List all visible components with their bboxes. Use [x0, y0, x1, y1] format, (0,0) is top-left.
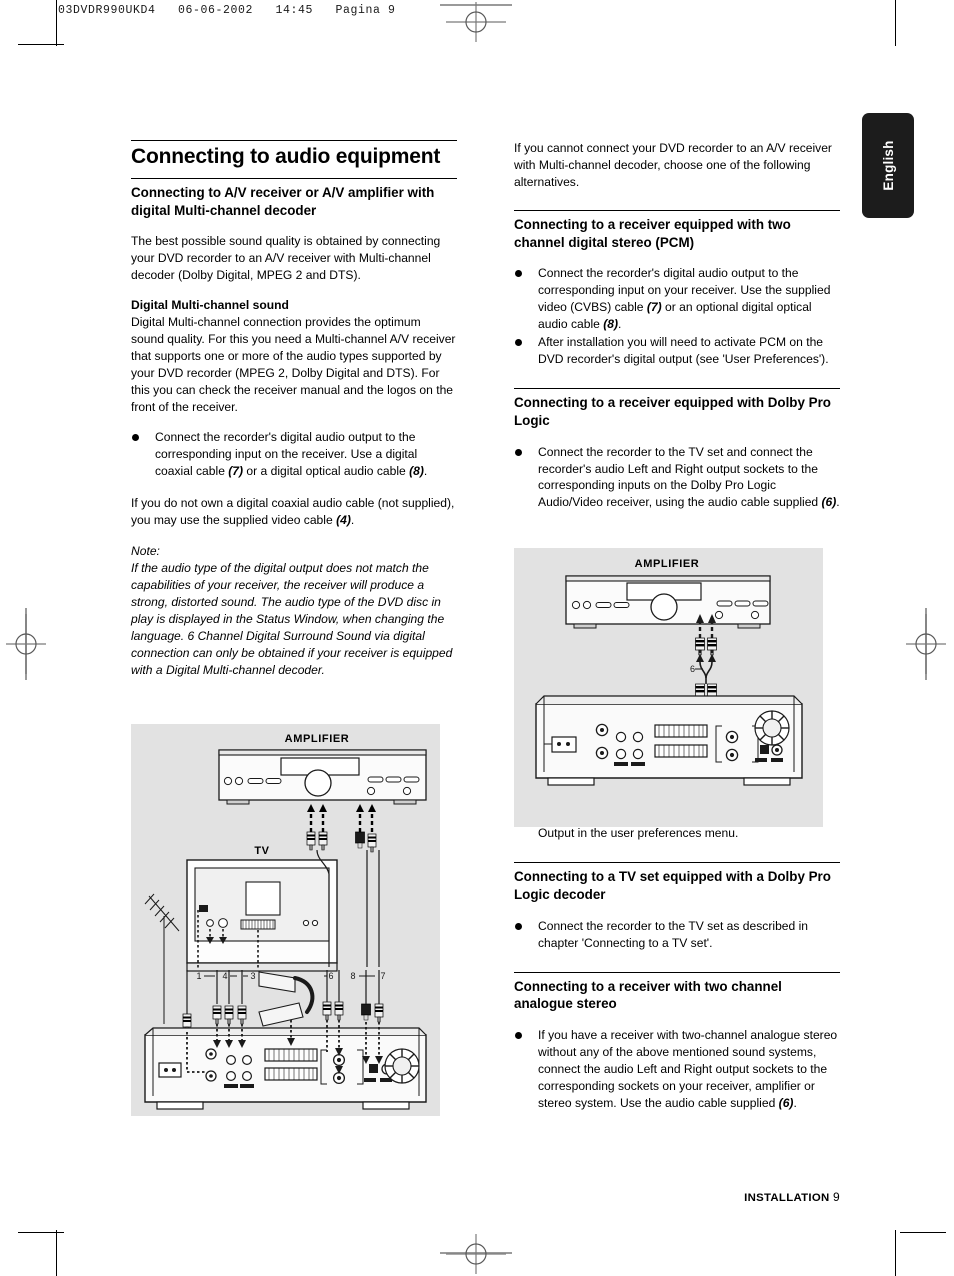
arrowheads-amplifier	[307, 804, 376, 812]
heading-dolby-pro-logic: Connecting to a receiver equipped with D…	[514, 387, 840, 430]
list-item: If you have a receiver with two-channel …	[514, 1027, 840, 1112]
plug-pair-top	[695, 637, 717, 656]
footer-section-label: INSTALLATION	[744, 1192, 830, 1204]
bullet-list-digital-output: Connect the recorder's digital audio out…	[131, 429, 457, 480]
list-item: Connect the recorder to the TV set and c…	[514, 444, 840, 512]
paragraph-coaxial-alternative: If you do not own a digital coaxial audi…	[131, 496, 455, 528]
tv-set	[186, 859, 338, 972]
amplifier-front-panel	[218, 749, 427, 805]
heading-pcm: Connecting to a receiver equipped with t…	[514, 209, 840, 252]
note-body: If the audio type of the digital output …	[131, 560, 453, 677]
cable-ref: (7)	[228, 464, 244, 479]
amplifier-front-panel	[565, 575, 771, 629]
footer: INSTALLATION 9	[744, 1190, 840, 1204]
cable-label-1: 1	[196, 971, 201, 981]
cable-label-8: 8	[350, 971, 355, 981]
cable-ref: (6)	[821, 495, 837, 510]
heading-av-receiver: Connecting to A/V receiver or A/V amplif…	[131, 177, 457, 220]
plug-group-audio-top	[306, 831, 377, 853]
page-title: Connecting to audio equipment	[131, 140, 457, 172]
note-label: Note:	[131, 544, 160, 559]
cable-ref: (8)	[409, 464, 424, 479]
cable-ref: (7)	[646, 300, 662, 315]
list-item: After installation you will need to acti…	[514, 334, 840, 368]
figure-left-amplifier-caption: AMPLIFIER	[285, 733, 350, 745]
signal-arrows-to-amplifier	[309, 810, 374, 832]
bullet-list-tvset: Connect the recorder to the TV set as de…	[514, 918, 840, 952]
figure-left-tv-caption: TV	[254, 845, 269, 857]
cable-ref: (8)	[603, 317, 619, 332]
cable-label-3: 3	[250, 971, 255, 981]
subheading-digital-multichannel-sound: Digital Multi-channel sound	[131, 298, 289, 313]
heading-tv-set-dolby: Connecting to a TV set equipped with a D…	[514, 862, 840, 904]
antenna-icon	[144, 893, 180, 1024]
list-item: Connect the recorder's digital audio out…	[131, 429, 457, 480]
bullet-list-pcm: Connect the recorder's digital audio out…	[514, 265, 840, 368]
bullet-list-prologic: Connect the recorder to the TV set and c…	[514, 444, 840, 512]
intro-paragraph: The best possible sound quality is obtai…	[131, 234, 441, 283]
figure-amplifier-tv-recorder: AMPLIFIER TV 1 4 3 6 8 7	[131, 724, 440, 1116]
figure-right-amplifier-caption: AMPLIFIER	[635, 558, 700, 570]
cable-label-4: 4	[222, 971, 227, 981]
left-column: Connecting to audio equipment Connecting…	[131, 140, 457, 678]
cable-ref: (4)	[336, 513, 351, 528]
cable-ref: (6)	[778, 1095, 794, 1110]
digital-multichannel-body: Digital Multi-channel connection provide…	[131, 314, 456, 414]
recorder-fan-icon	[754, 710, 790, 746]
scart-cable	[258, 971, 315, 1027]
footer-page-number: 9	[833, 1190, 840, 1204]
cable-label-6: 6	[328, 971, 333, 981]
list-item: Connect the recorder to the TV set as de…	[514, 918, 840, 952]
cable-label-7: 7	[380, 971, 385, 981]
bullet-list-analogue: If you have a receiver with two-channel …	[514, 1027, 840, 1112]
figure-amplifier-recorder: AMPLIFIER 6	[514, 548, 823, 827]
right-intro-paragraph: If you cannot connect your DVD recorder …	[514, 141, 832, 189]
signal-arrows-to-amplifier	[698, 623, 714, 638]
cable-label-6: 6	[690, 664, 695, 674]
heading-analogue-stereo: Connecting to a receiver with two channe…	[514, 971, 840, 1014]
list-item: Connect the recorder's digital audio out…	[514, 265, 840, 333]
